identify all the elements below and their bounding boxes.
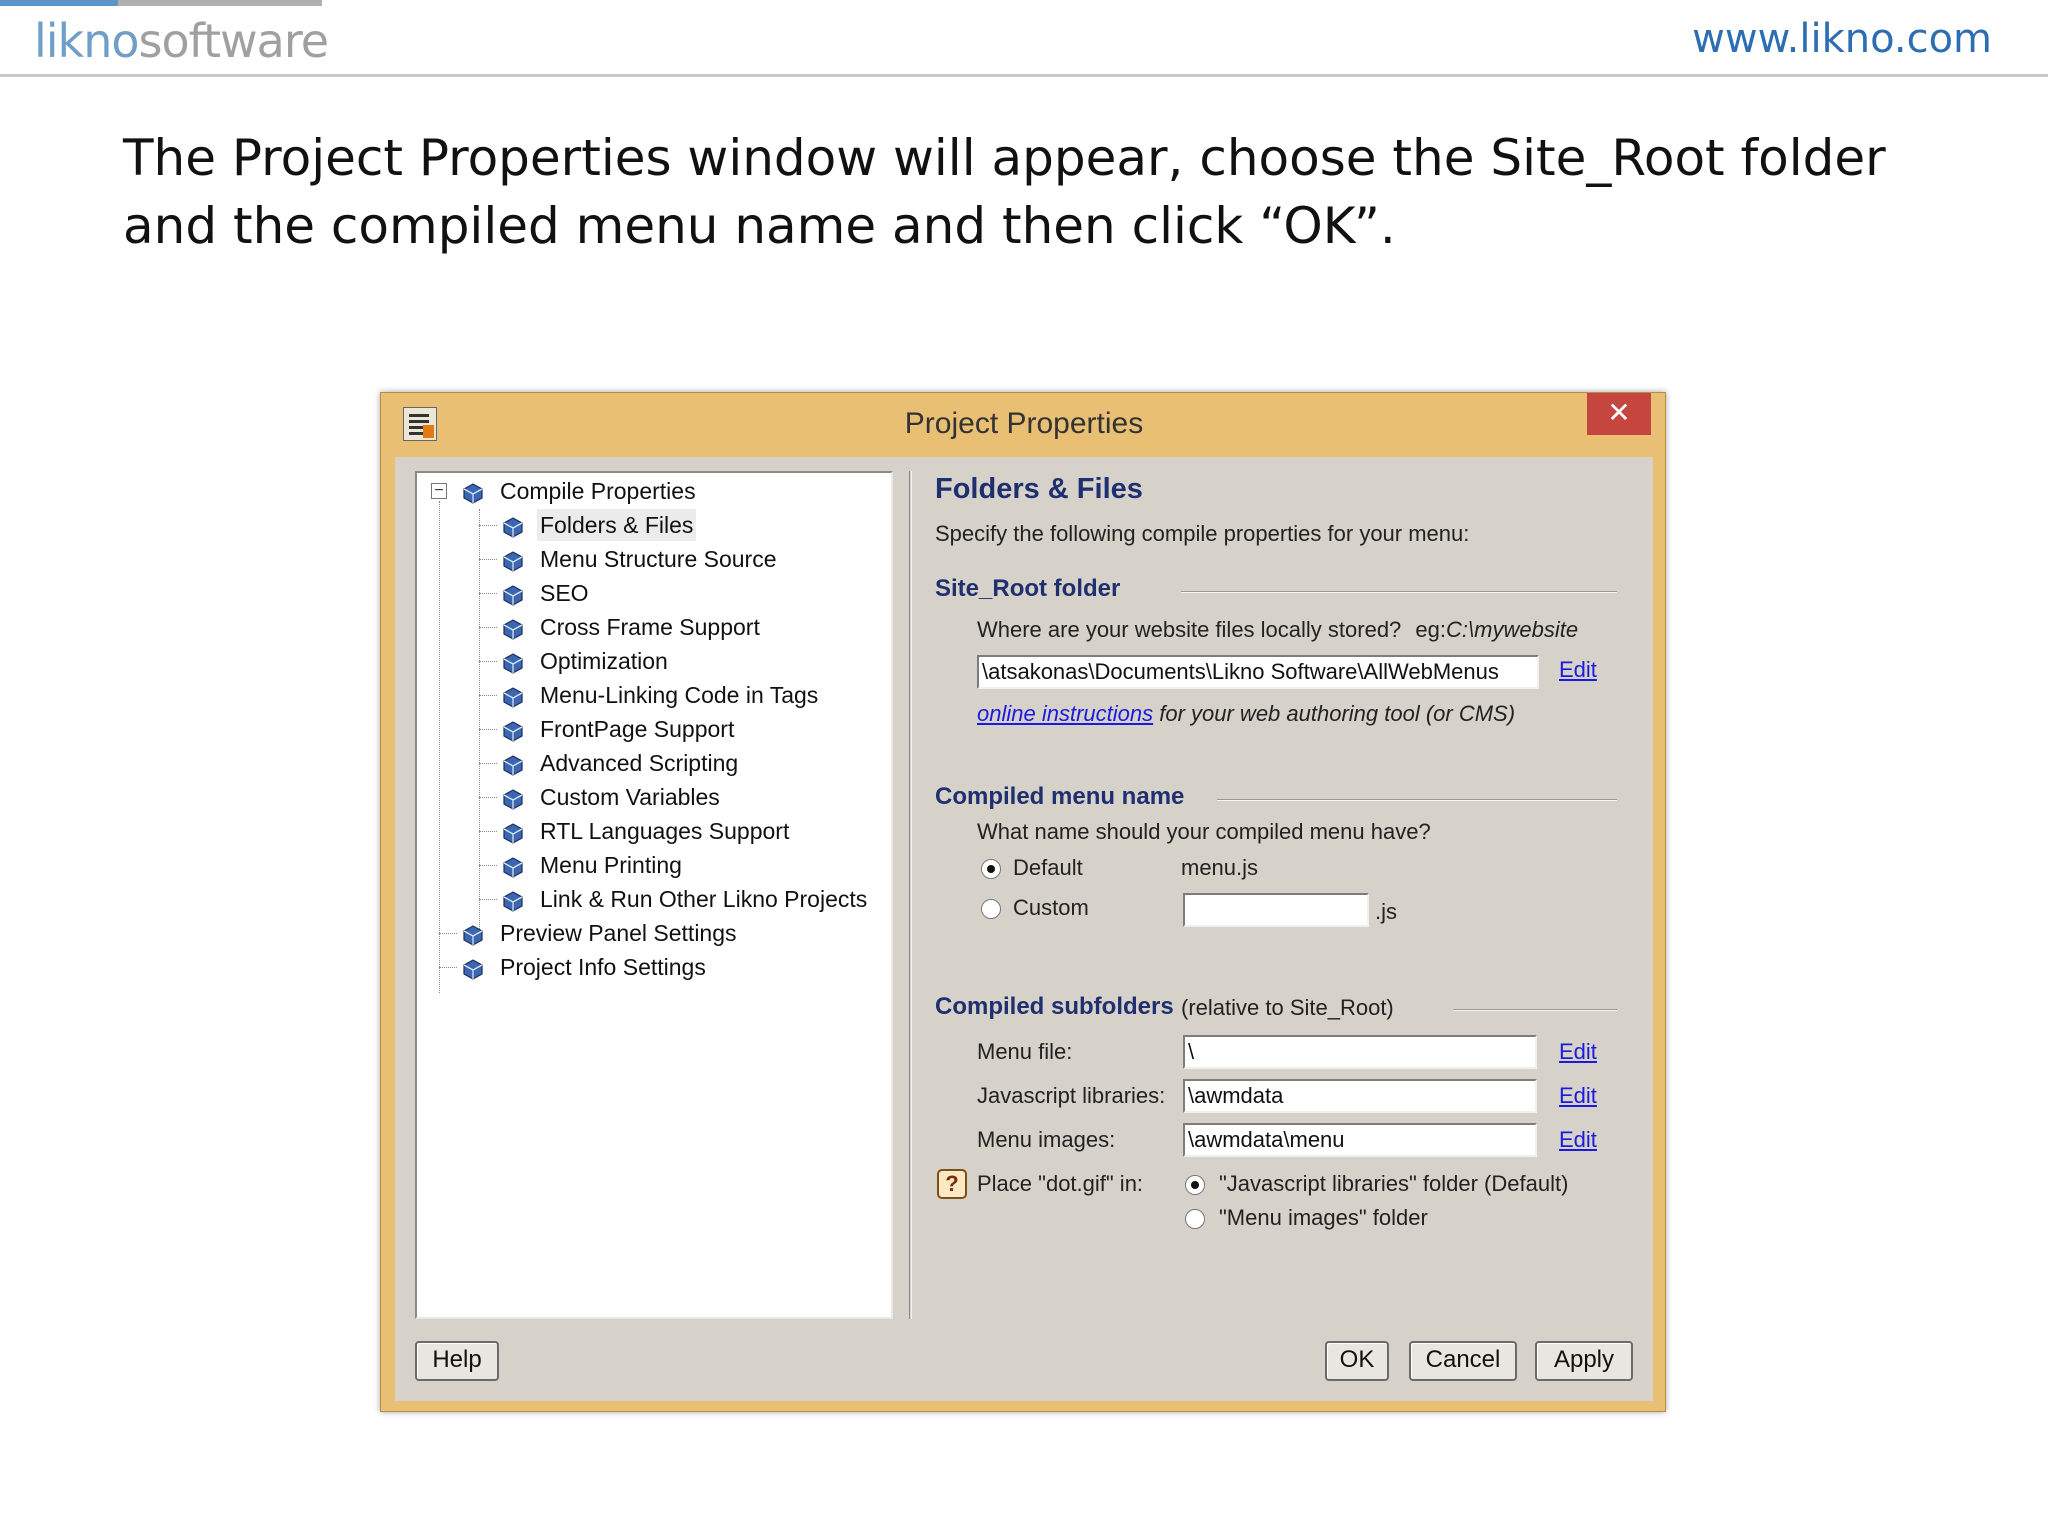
gear-icon xyxy=(501,718,525,742)
dotgif-menu-images-radio[interactable] xyxy=(1185,1209,1205,1229)
dialog-body: − Compile Properties Folders & Files Men… xyxy=(395,457,1653,1401)
header-accent-grey xyxy=(118,0,322,6)
menu-images-label: Menu images: xyxy=(977,1127,1116,1152)
dotgif-javascript-label: "Javascript libraries" folder (Default) xyxy=(1219,1171,1569,1196)
site-root-example-prefix: eg: xyxy=(1415,617,1447,642)
tree-label: Preview Panel Settings xyxy=(500,920,737,946)
panel-divider xyxy=(909,471,912,1319)
custom-name-suffix: .js xyxy=(1375,899,1397,924)
menu-file-field[interactable]: \ xyxy=(1183,1035,1537,1069)
menu-images-field[interactable]: \awmdata\menu xyxy=(1183,1123,1537,1157)
question-mark-icon[interactable]: ? xyxy=(937,1169,967,1199)
section-separator xyxy=(1181,591,1617,593)
online-instructions-link[interactable]: online instructions xyxy=(977,701,1153,726)
gear-icon xyxy=(461,480,485,504)
tree-label: Optimization xyxy=(540,648,668,674)
window-title: Project Properties xyxy=(904,407,1144,440)
site-root-example: C:\mywebsite xyxy=(1446,617,1579,642)
gear-icon xyxy=(501,650,525,674)
subfolders-heading: Compiled subfolders xyxy=(935,993,1174,1020)
tree-label: SEO xyxy=(540,580,589,606)
project-properties-window: Project Properties ✕ − Compile Propertie… xyxy=(380,392,1666,1412)
default-name-value: menu.js xyxy=(1181,855,1259,880)
cancel-button[interactable]: Cancel xyxy=(1409,1341,1517,1381)
logo-text-likno: likno xyxy=(34,14,139,68)
tree-guide xyxy=(439,501,440,993)
gear-icon xyxy=(501,684,525,708)
likno-logo: liknosoftware xyxy=(34,14,330,68)
gear-icon xyxy=(501,854,525,878)
tree-label: Link & Run Other Likno Projects xyxy=(540,886,868,912)
dotgif-menu-images-label: "Menu images" folder xyxy=(1219,1205,1428,1230)
tree-label: Folders & Files xyxy=(537,509,697,541)
gear-icon xyxy=(501,514,525,538)
page-title: Folders & Files xyxy=(935,473,1143,505)
tree-label: Custom Variables xyxy=(540,784,720,810)
dotgif-javascript-radio[interactable] xyxy=(1185,1175,1205,1195)
site-root-path-field[interactable]: \atsakonas\Documents\Likno Software\AllW… xyxy=(977,655,1539,689)
custom-name-radio[interactable] xyxy=(981,899,1001,919)
site-root-heading: Site_Root folder xyxy=(935,575,1121,602)
subfolders-note: (relative to Site_Root) xyxy=(1181,995,1394,1020)
menu-file-label: Menu file: xyxy=(977,1039,1073,1064)
online-instructions-text: for your web authoring tool (or CMS) xyxy=(1159,701,1516,726)
gear-icon xyxy=(461,956,485,980)
gear-icon xyxy=(501,820,525,844)
site-root-question-text: Where are your website files locally sto… xyxy=(977,617,1402,642)
gear-icon xyxy=(501,548,525,572)
settings-tree: − Compile Properties Folders & Files Men… xyxy=(415,471,893,1319)
header-accent-blue xyxy=(0,0,118,6)
gear-icon xyxy=(461,922,485,946)
tree-label: Menu-Linking Code in Tags xyxy=(540,682,819,708)
site-root-question: Where are your website files locally sto… xyxy=(977,617,1578,643)
default-name-label: Default xyxy=(1013,855,1083,880)
tree-label: Menu Structure Source xyxy=(540,546,777,572)
tree-label: Menu Printing xyxy=(540,852,682,878)
gear-icon xyxy=(501,888,525,912)
help-button[interactable]: Help xyxy=(415,1341,499,1381)
custom-name-field[interactable] xyxy=(1183,893,1369,927)
tree-guide xyxy=(479,509,480,931)
gear-icon xyxy=(501,752,525,776)
gear-icon xyxy=(501,582,525,606)
logo-text-software: software xyxy=(138,14,330,68)
website-url: www.likno.com xyxy=(1692,16,1992,62)
javascript-libraries-edit-link[interactable]: Edit xyxy=(1559,1083,1597,1109)
section-separator xyxy=(1453,1009,1617,1011)
default-name-radio[interactable] xyxy=(981,859,1001,879)
site-root-edit-link[interactable]: Edit xyxy=(1559,657,1597,683)
javascript-libraries-field[interactable]: \awmdata xyxy=(1183,1079,1537,1113)
online-instructions-line: online instructions for your web authori… xyxy=(977,701,1515,727)
menu-file-edit-link[interactable]: Edit xyxy=(1559,1039,1597,1065)
header-rule xyxy=(0,74,2048,77)
gear-icon xyxy=(501,786,525,810)
close-button[interactable]: ✕ xyxy=(1587,393,1651,435)
compiled-name-question: What name should your compiled menu have… xyxy=(977,819,1431,844)
menu-images-edit-link[interactable]: Edit xyxy=(1559,1127,1597,1153)
custom-name-label: Custom xyxy=(1013,895,1089,920)
compiled-name-heading: Compiled menu name xyxy=(935,783,1185,810)
gear-icon xyxy=(501,616,525,640)
apply-button[interactable]: Apply xyxy=(1535,1341,1633,1381)
slide-instruction: The Project Properties window will appea… xyxy=(123,129,1886,255)
dotgif-label: Place "dot.gif" in: xyxy=(977,1171,1144,1196)
tree-label: Cross Frame Support xyxy=(540,614,760,640)
tree-label: Advanced Scripting xyxy=(540,750,739,776)
section-separator xyxy=(1217,799,1617,801)
javascript-libraries-label: Javascript libraries: xyxy=(977,1083,1166,1108)
tree-label: Project Info Settings xyxy=(500,954,706,980)
tree-label: Compile Properties xyxy=(500,478,696,504)
tree-label: FrontPage Support xyxy=(540,716,735,742)
ok-button[interactable]: OK xyxy=(1325,1341,1389,1381)
tree-label: RTL Languages Support xyxy=(540,818,790,844)
collapse-icon[interactable]: − xyxy=(431,483,447,499)
page-subtitle: Specify the following compile properties… xyxy=(935,521,1470,546)
